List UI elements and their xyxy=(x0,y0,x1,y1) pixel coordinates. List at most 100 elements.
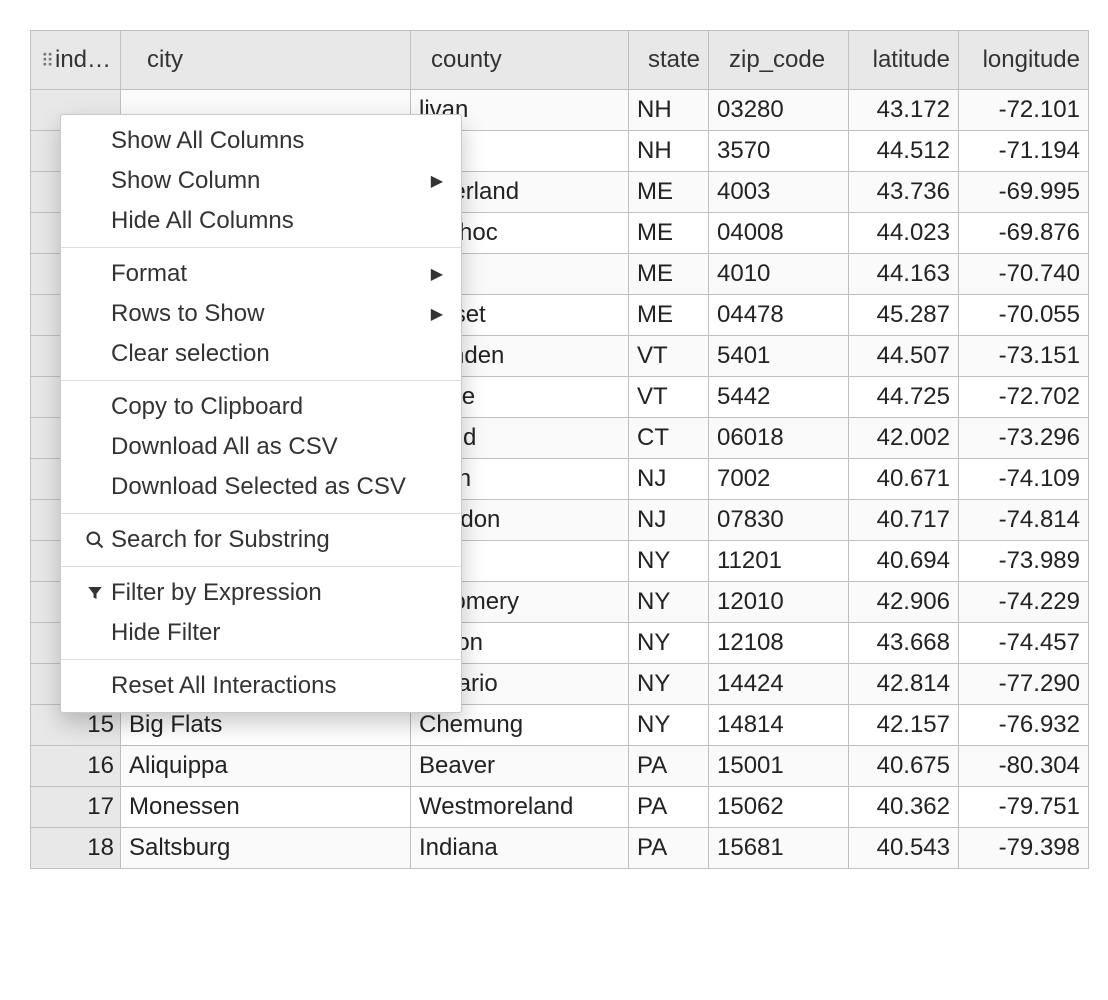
menu-reset-all[interactable]: Reset All Interactions xyxy=(61,666,461,706)
menu-hide-filter[interactable]: Hide Filter xyxy=(61,613,461,653)
cell-state[interactable]: PA xyxy=(629,828,709,869)
cell-latitude[interactable]: 44.512 xyxy=(849,131,959,172)
cell-latitude[interactable]: 40.543 xyxy=(849,828,959,869)
cell-latitude[interactable]: 40.694 xyxy=(849,541,959,582)
cell-latitude[interactable]: 42.002 xyxy=(849,418,959,459)
cell-longitude[interactable]: -76.932 xyxy=(959,705,1089,746)
header-longitude[interactable]: longitude xyxy=(959,31,1089,90)
cell-longitude[interactable]: -73.989 xyxy=(959,541,1089,582)
cell-longitude[interactable]: -71.194 xyxy=(959,131,1089,172)
cell-latitude[interactable]: 45.287 xyxy=(849,295,959,336)
cell-state[interactable]: NJ xyxy=(629,459,709,500)
cell-city[interactable]: Monessen xyxy=(121,787,411,828)
cell-latitude[interactable]: 43.172 xyxy=(849,90,959,131)
cell-longitude[interactable]: -69.995 xyxy=(959,172,1089,213)
cell-zip-code[interactable]: 15001 xyxy=(709,746,849,787)
menu-download-selected-csv[interactable]: Download Selected as CSV xyxy=(61,467,461,507)
cell-zip-code[interactable]: 15062 xyxy=(709,787,849,828)
table-row[interactable]: 16AliquippaBeaverPA1500140.675-80.304 xyxy=(31,746,1089,787)
header-latitude[interactable]: latitude xyxy=(849,31,959,90)
cell-index[interactable]: 18 xyxy=(31,828,121,869)
cell-state[interactable]: ME xyxy=(629,213,709,254)
cell-longitude[interactable]: -80.304 xyxy=(959,746,1089,787)
header-index[interactable]: ⠿index xyxy=(31,31,121,90)
cell-latitude[interactable]: 44.507 xyxy=(849,336,959,377)
cell-zip-code[interactable]: 03280 xyxy=(709,90,849,131)
cell-longitude[interactable]: -72.702 xyxy=(959,377,1089,418)
cell-zip-code[interactable]: 12108 xyxy=(709,623,849,664)
cell-zip-code[interactable]: 07830 xyxy=(709,500,849,541)
header-state[interactable]: state xyxy=(629,31,709,90)
cell-latitude[interactable]: 44.023 xyxy=(849,213,959,254)
menu-hide-all-columns[interactable]: Hide All Columns xyxy=(61,201,461,241)
cell-state[interactable]: VT xyxy=(629,336,709,377)
cell-zip-code[interactable]: 7002 xyxy=(709,459,849,500)
grip-icon[interactable]: ⠿ xyxy=(39,55,53,67)
cell-latitude[interactable]: 42.814 xyxy=(849,664,959,705)
cell-latitude[interactable]: 40.671 xyxy=(849,459,959,500)
menu-show-all-columns[interactable]: Show All Columns xyxy=(61,121,461,161)
cell-state[interactable]: ME xyxy=(629,254,709,295)
cell-county[interactable]: Beaver xyxy=(411,746,629,787)
cell-longitude[interactable]: -77.290 xyxy=(959,664,1089,705)
cell-zip-code[interactable]: 5442 xyxy=(709,377,849,418)
cell-longitude[interactable]: -74.109 xyxy=(959,459,1089,500)
cell-zip-code[interactable]: 3570 xyxy=(709,131,849,172)
cell-state[interactable]: PA xyxy=(629,787,709,828)
cell-zip-code[interactable]: 14814 xyxy=(709,705,849,746)
cell-longitude[interactable]: -79.751 xyxy=(959,787,1089,828)
cell-zip-code[interactable]: 04478 xyxy=(709,295,849,336)
cell-zip-code[interactable]: 12010 xyxy=(709,582,849,623)
menu-format[interactable]: Format ▶ xyxy=(61,254,461,294)
cell-index[interactable]: 17 xyxy=(31,787,121,828)
cell-index[interactable]: 16 xyxy=(31,746,121,787)
cell-state[interactable]: ME xyxy=(629,172,709,213)
cell-zip-code[interactable]: 14424 xyxy=(709,664,849,705)
cell-latitude[interactable]: 44.725 xyxy=(849,377,959,418)
cell-zip-code[interactable]: 4010 xyxy=(709,254,849,295)
cell-state[interactable]: NH xyxy=(629,90,709,131)
table-row[interactable]: 17MonessenWestmorelandPA1506240.362-79.7… xyxy=(31,787,1089,828)
cell-state[interactable]: NY xyxy=(629,623,709,664)
menu-clear-selection[interactable]: Clear selection xyxy=(61,334,461,374)
cell-city[interactable]: Aliquippa xyxy=(121,746,411,787)
menu-rows-to-show[interactable]: Rows to Show ▶ xyxy=(61,294,461,334)
cell-state[interactable]: NY xyxy=(629,705,709,746)
cell-latitude[interactable]: 42.906 xyxy=(849,582,959,623)
cell-state[interactable]: NY xyxy=(629,664,709,705)
cell-longitude[interactable]: -73.296 xyxy=(959,418,1089,459)
cell-longitude[interactable]: -72.101 xyxy=(959,90,1089,131)
cell-state[interactable]: NJ xyxy=(629,500,709,541)
cell-latitude[interactable]: 43.668 xyxy=(849,623,959,664)
cell-longitude[interactable]: -73.151 xyxy=(959,336,1089,377)
cell-latitude[interactable]: 42.157 xyxy=(849,705,959,746)
cell-zip-code[interactable]: 15681 xyxy=(709,828,849,869)
menu-search-substring[interactable]: Search for Substring xyxy=(61,520,461,560)
cell-county[interactable]: Westmoreland xyxy=(411,787,629,828)
cell-county[interactable]: Indiana xyxy=(411,828,629,869)
cell-longitude[interactable]: -74.814 xyxy=(959,500,1089,541)
cell-longitude[interactable]: -74.457 xyxy=(959,623,1089,664)
cell-state[interactable]: NH xyxy=(629,131,709,172)
cell-state[interactable]: CT xyxy=(629,418,709,459)
menu-filter-expression[interactable]: Filter by Expression xyxy=(61,573,461,613)
cell-state[interactable]: ME xyxy=(629,295,709,336)
cell-latitude[interactable]: 44.163 xyxy=(849,254,959,295)
menu-copy-to-clipboard[interactable]: Copy to Clipboard xyxy=(61,387,461,427)
cell-longitude[interactable]: -74.229 xyxy=(959,582,1089,623)
cell-state[interactable]: VT xyxy=(629,377,709,418)
header-city[interactable]: city xyxy=(121,31,411,90)
cell-zip-code[interactable]: 06018 xyxy=(709,418,849,459)
header-zip-code[interactable]: zip_code xyxy=(709,31,849,90)
cell-longitude[interactable]: -70.055 xyxy=(959,295,1089,336)
cell-latitude[interactable]: 40.675 xyxy=(849,746,959,787)
cell-state[interactable]: NY xyxy=(629,582,709,623)
cell-city[interactable]: Saltsburg xyxy=(121,828,411,869)
cell-latitude[interactable]: 43.736 xyxy=(849,172,959,213)
cell-longitude[interactable]: -79.398 xyxy=(959,828,1089,869)
cell-zip-code[interactable]: 11201 xyxy=(709,541,849,582)
menu-show-column[interactable]: Show Column ▶ xyxy=(61,161,461,201)
cell-latitude[interactable]: 40.717 xyxy=(849,500,959,541)
cell-zip-code[interactable]: 04008 xyxy=(709,213,849,254)
cell-zip-code[interactable]: 5401 xyxy=(709,336,849,377)
